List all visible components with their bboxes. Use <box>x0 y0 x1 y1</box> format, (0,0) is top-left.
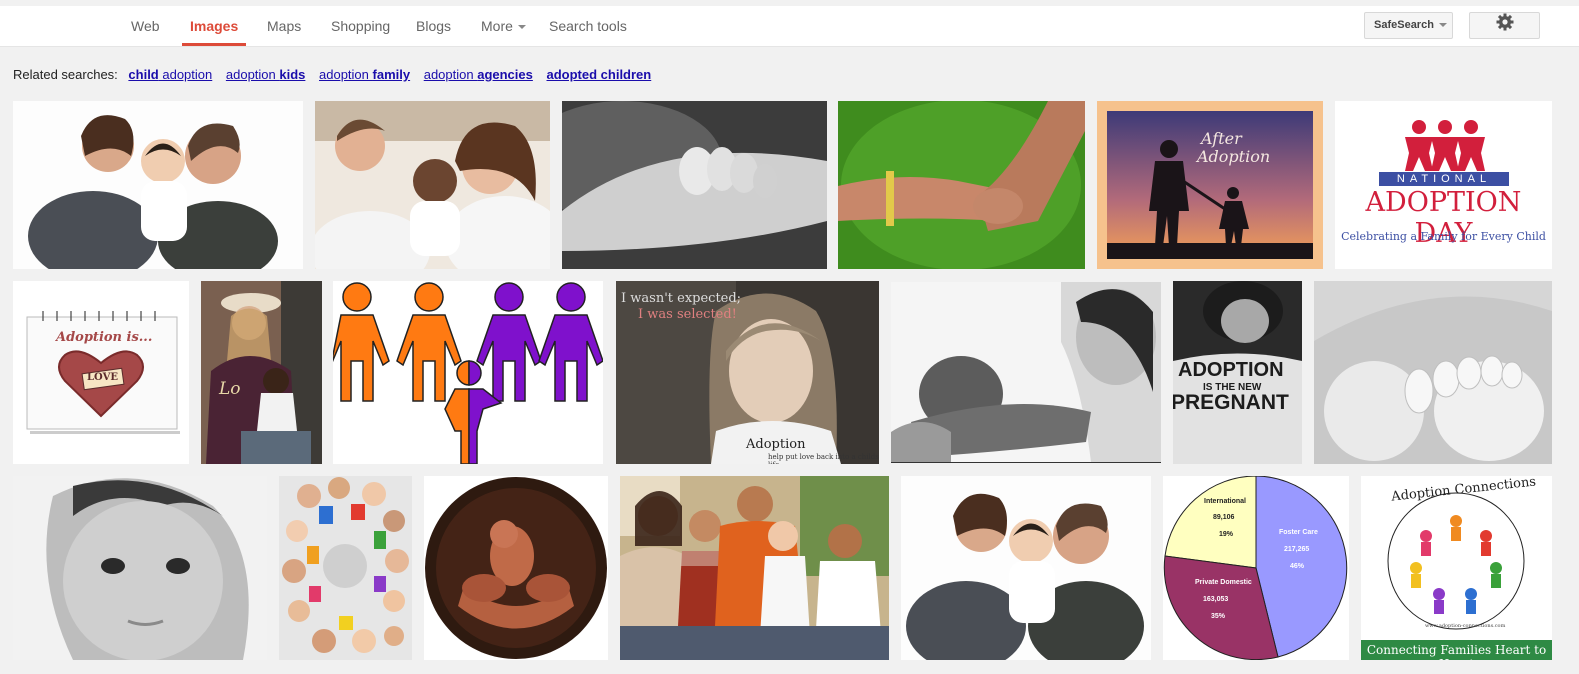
image-result-parents-kissing-baby[interactable] <box>13 101 303 269</box>
adoption-connections-logo <box>1361 476 1552 660</box>
image-result-mother-baby-bw[interactable] <box>891 282 1161 463</box>
connections-url: www.adoption-connections.com <box>1425 623 1506 629</box>
related-link-adoption-agencies[interactable]: adoption agencies <box>424 67 533 82</box>
image-result-woman-with-child[interactable]: Lo <box>201 281 322 464</box>
girl-quote-line2: I was selected! <box>638 307 737 322</box>
girl-caption: Adoption <box>746 437 806 452</box>
related-link-adopted-children[interactable]: adopted children <box>547 67 652 82</box>
pie-label-foster: Foster Care <box>1279 529 1318 536</box>
image-result-parents-kissing-baby-2[interactable] <box>901 476 1151 660</box>
tab-more[interactable]: More <box>481 6 526 46</box>
related-link-bold: child <box>128 67 159 82</box>
image-result-after-adoption[interactable]: After Adoption <box>1097 101 1323 269</box>
mother-baby-photo <box>891 282 1161 462</box>
image-result-national-adoption-day[interactable]: NATIONAL ADOPTION DAY Celebrating a Fami… <box>1335 101 1552 269</box>
image-result-family-with-baby[interactable] <box>315 101 550 269</box>
image-result-adoption-is-love[interactable]: Adoption is... LOVE <box>13 281 189 464</box>
love-card-word: LOVE <box>87 372 118 383</box>
pie-value-foster: 217,265 <box>1284 546 1310 553</box>
related-link-text: adoption <box>158 67 213 82</box>
family-portrait-photo <box>620 476 889 660</box>
related-link-bold: adopted children <box>546 67 652 82</box>
safesearch-button[interactable]: SafeSearch <box>1364 12 1453 39</box>
settings-button[interactable] <box>1469 12 1540 39</box>
tab-images[interactable]: Images <box>181 6 247 46</box>
child-face-photo <box>13 476 267 660</box>
image-result-children-circle[interactable] <box>279 476 412 660</box>
image-result-girl-selected[interactable]: I wasn't expected; I was selected! Adopt… <box>616 281 879 464</box>
pie-pct-international: 19% <box>1219 531 1234 538</box>
tab-maps[interactable]: Maps <box>267 6 301 46</box>
after-adoption-sunset <box>1097 101 1323 269</box>
image-result-adoption-shirt[interactable]: ADOPTION IS THE NEW PREGNANT <box>1173 281 1302 464</box>
pie-pct-private: 35% <box>1211 613 1226 620</box>
image-result-baby-hand-bw[interactable] <box>562 101 827 269</box>
tab-shopping[interactable]: Shopping <box>331 6 390 46</box>
shirt-text-line3: PREGNANT <box>1173 391 1289 414</box>
after-adoption-title-2: Adoption <box>1197 147 1271 166</box>
image-result-figures-orange-purple[interactable] <box>333 281 603 464</box>
paper-figures-graphic <box>333 281 603 464</box>
related-link-bold: agencies <box>477 67 533 82</box>
related-link-adoption-kids[interactable]: adoption kids <box>226 67 306 82</box>
search-tools-button[interactable]: Search tools <box>549 6 627 46</box>
baby-feet-photo <box>1314 281 1552 464</box>
image-result-child-face-bw[interactable] <box>13 476 267 660</box>
parents-baby-photo-2 <box>901 476 1151 660</box>
tshirt-text: Lo <box>219 379 241 399</box>
nad-subtitle-text: Celebrating a Family for Every Child <box>1341 230 1546 243</box>
tab-web[interactable]: Web <box>131 6 160 46</box>
related-link-bold: family <box>372 67 411 82</box>
pie-label-international: International <box>1204 498 1247 505</box>
holding-hands-photo <box>838 101 1085 269</box>
adoption-pie-chart <box>1163 476 1349 660</box>
image-result-family-portrait[interactable] <box>620 476 889 660</box>
love-card-title: Adoption is... <box>56 330 153 345</box>
girl-quote-line1: I wasn't expected; <box>621 291 742 306</box>
tab-more-label: More <box>481 18 513 34</box>
shirt-text-line1: ADOPTION <box>1178 359 1284 381</box>
pie-value-international: 89,106 <box>1213 514 1235 521</box>
gear-icon <box>1496 13 1514 41</box>
tab-blogs[interactable]: Blogs <box>416 6 451 46</box>
related-link-bold: kids <box>279 67 306 82</box>
fetus-hands-image <box>424 476 608 660</box>
related-link-text: adoption <box>225 67 280 82</box>
pie-pct-foster: 46% <box>1290 563 1305 570</box>
safesearch-label: SafeSearch <box>1374 19 1434 31</box>
related-link-text: adoption <box>423 67 478 82</box>
parents-baby-photo <box>13 101 303 269</box>
image-result-adoption-connections[interactable]: Adoption Connections www.adoption-connec… <box>1361 476 1552 660</box>
related-link-adoption-family[interactable]: adoption family <box>319 67 410 82</box>
woman-child-photo <box>201 281 322 464</box>
related-link-text: adoption <box>319 67 373 82</box>
connections-footer: Connecting Families Heart to Heart <box>1366 643 1547 660</box>
related-searches-label: Related searches: <box>13 67 118 82</box>
baby-hand-photo <box>562 101 827 269</box>
image-result-adoption-pie-chart[interactable]: International 89,106 19% Foster Care 217… <box>1163 476 1349 660</box>
family-baby-photo <box>315 101 550 269</box>
image-result-holding-hands-green[interactable] <box>838 101 1085 269</box>
image-result-fetus-hands[interactable] <box>424 476 608 660</box>
children-circle-photo <box>279 476 412 660</box>
image-result-baby-feet-bw[interactable] <box>1314 281 1552 464</box>
chevron-down-icon <box>517 25 526 30</box>
nad-national-text: NATIONAL <box>1396 173 1492 185</box>
search-tabs-bar: Web Images Maps Shopping Blogs More Sear… <box>0 6 1579 47</box>
related-searches: Related searches: child adoption adoptio… <box>13 67 661 85</box>
pie-value-private: 163,053 <box>1203 596 1229 603</box>
girl-caption-sub: help put love back into a childs life <box>768 453 879 464</box>
pie-label-private: Private Domestic <box>1195 579 1252 586</box>
chevron-down-icon <box>1438 23 1447 28</box>
after-adoption-title-1: After <box>1201 129 1242 148</box>
related-link-child-adoption[interactable]: child adoption <box>128 67 212 82</box>
